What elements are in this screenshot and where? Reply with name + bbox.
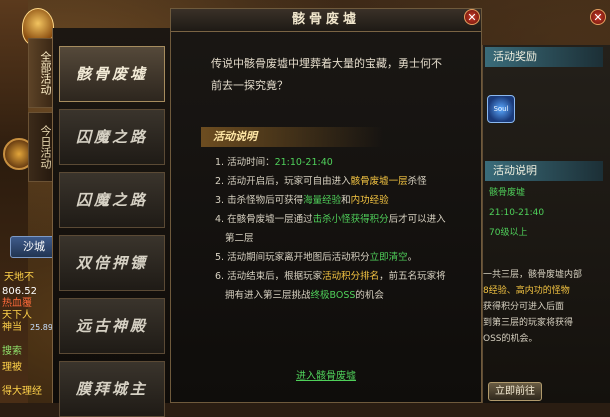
rule-text: 。 bbox=[407, 252, 418, 263]
rule-item: 第二层 bbox=[215, 229, 465, 248]
left-hud-strip bbox=[0, 0, 28, 403]
intro-line: 前去一探究竟？ bbox=[211, 79, 288, 92]
close-icon[interactable]: ✕ bbox=[590, 9, 606, 25]
rule-text: 5. 活动期间玩家离开地图后活动积分 bbox=[215, 252, 370, 263]
desc-text-line: 8经验、高内功的怪物 bbox=[483, 286, 570, 296]
hud-text: 天下人 bbox=[2, 310, 32, 321]
section-title-rules: 活动说明 bbox=[201, 127, 383, 147]
rule-highlight: 活动积分排名 bbox=[322, 271, 380, 282]
rule-text: ，前五名玩家将 bbox=[379, 271, 446, 282]
rule-text: 1. 活动时间： bbox=[215, 157, 275, 168]
hud-text: 得大理经 bbox=[2, 386, 42, 397]
rule-item: 3. 击杀怪物后可获得海量经验和内功经验 bbox=[215, 191, 465, 210]
desc-text-line: OSS的机会。 bbox=[483, 334, 538, 344]
activity-item-worship-lord[interactable]: 膜拜城主 bbox=[59, 361, 165, 417]
rule-text: 2. 活动开启后，玩家可自由进入 bbox=[215, 176, 351, 187]
rule-text: 6. 活动结束后，根据玩家 bbox=[215, 271, 323, 282]
desc-line: 骸骨废墟 bbox=[489, 188, 526, 198]
close-icon[interactable]: ✕ bbox=[464, 9, 480, 25]
dialog-title: 骸骨废墟 bbox=[291, 12, 360, 27]
desc-line: 70级以上 bbox=[489, 228, 528, 238]
rule-text: 的机会 bbox=[355, 290, 384, 301]
tab-all-activities[interactable]: 全部活动 bbox=[28, 38, 52, 108]
rule-highlight: 击杀小怪获得积分 bbox=[312, 214, 389, 225]
rules-list: 1. 活动时间：21:10-21:40 2. 活动开启后，玩家可自由进入骸骨废墟… bbox=[215, 153, 465, 305]
rule-text: 和 bbox=[341, 195, 351, 206]
desc-text-line: 一共三层，骸骨废墟内部 bbox=[483, 270, 583, 280]
rule-highlight: 骸骨废墟一层 bbox=[350, 176, 408, 187]
rule-item: 5. 活动期间玩家离开地图后活动积分立即清空。 bbox=[215, 248, 465, 267]
desc-text-line: 获得积分可进入后面 bbox=[483, 302, 565, 312]
desc-text-line: 到第三层的玩家将获得 bbox=[483, 318, 574, 328]
tab-today-activities[interactable]: 今日活动 bbox=[28, 112, 52, 182]
rule-text: 4. 在骸骨废墟一层通过 bbox=[215, 214, 313, 225]
intro-line: 传说中骸骨废墟中埋葬着大量的宝藏，勇士何不 bbox=[211, 57, 442, 70]
reward-header: 活动奖励 bbox=[485, 47, 603, 67]
desc-header: 活动说明 bbox=[485, 161, 603, 181]
rule-text: 拥有进入第三层挑战 bbox=[225, 290, 311, 301]
activity-item-ancient-temple[interactable]: 远古神殿 bbox=[59, 298, 165, 354]
hud-text: 搜索 bbox=[2, 346, 22, 357]
rule-item: 6. 活动结束后，根据玩家活动积分排名，前五名玩家将 bbox=[215, 267, 465, 286]
rule-text: 第二层 bbox=[225, 233, 254, 244]
right-info-panel: 活动奖励 Soul 活动说明 骸骨废墟 21:10-21:40 70级以上 一共… bbox=[482, 45, 610, 403]
activity-item-haigu-feixu[interactable]: 骸骨废墟 bbox=[59, 46, 165, 102]
hud-text: 热血覆 bbox=[2, 298, 32, 309]
rule-text: 3. 击杀怪物后可获得 bbox=[215, 195, 304, 206]
activity-item-qiumo-zhilu[interactable]: 囚魔之路 bbox=[59, 109, 165, 165]
rule-item: 2. 活动开启后，玩家可自由进入骸骨废墟一层杀怪 bbox=[215, 172, 465, 191]
rule-highlight: 终极BOSS bbox=[310, 290, 356, 301]
dialog-intro: 传说中骸骨废墟中埋葬着大量的宝藏，勇士何不 前去一探究竟？ bbox=[211, 53, 461, 97]
hud-text: 神当 bbox=[2, 322, 22, 333]
desc-line: 21:10-21:40 bbox=[489, 208, 545, 218]
map-button[interactable]: 沙城 bbox=[10, 236, 58, 258]
rule-highlight: 立即清空 bbox=[369, 252, 408, 263]
rule-item: 1. 活动时间：21:10-21:40 bbox=[215, 153, 465, 172]
rule-highlight: 内功经验 bbox=[350, 195, 389, 206]
enter-haigu-feixu-link[interactable]: 进入骸骨废墟 bbox=[171, 367, 481, 382]
hud-text: 天地不 bbox=[4, 272, 34, 283]
rule-item: 4. 在骸骨废墟一层通过击杀小怪获得积分后才可以进入 bbox=[215, 210, 465, 229]
rule-text: 杀怪 bbox=[407, 176, 427, 187]
hud-text: 理被 bbox=[2, 362, 22, 373]
desc-text: 一共三层，骸骨废墟内部 8经验、高内功的怪物 获得积分可进入后面 到第三层的玩家… bbox=[483, 267, 607, 347]
dialog-title-bar: 骸骨废墟 bbox=[171, 9, 481, 32]
activity-item-qiumo-zhilu-2[interactable]: 囚魔之路 bbox=[59, 172, 165, 228]
hud-text: 806.52 bbox=[2, 286, 37, 297]
rule-item: 拥有进入第三层挑战终极BOSS的机会 bbox=[215, 286, 465, 305]
activity-item-double-escort[interactable]: 双倍押镖 bbox=[59, 235, 165, 291]
rule-highlight: 21:10-21:40 bbox=[274, 157, 333, 168]
rule-text: 后才可以进入 bbox=[388, 214, 446, 225]
activity-list-panel: 骸骨废墟 囚魔之路 囚魔之路 双倍押镖 远古神殿 膜拜城主 bbox=[52, 28, 171, 417]
rule-highlight: 海量经验 bbox=[303, 195, 342, 206]
reward-item-icon[interactable]: Soul bbox=[487, 95, 515, 123]
activity-detail-dialog: 骸骨废墟 传说中骸骨废墟中埋葬着大量的宝藏，勇士何不 前去一探究竟？ 活动说明 … bbox=[170, 8, 482, 403]
go-now-button[interactable]: 立即前往 bbox=[488, 382, 542, 401]
